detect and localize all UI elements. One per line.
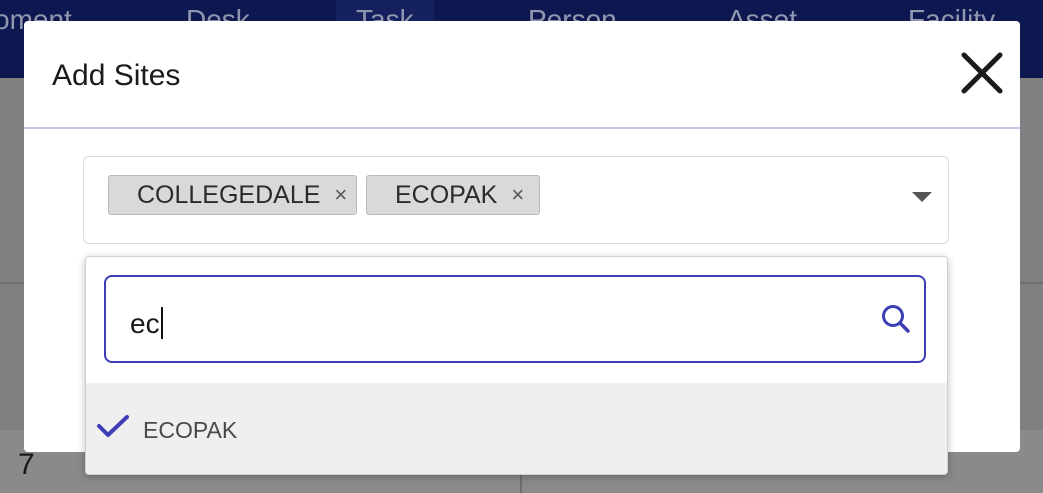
- background-row-number: 7: [18, 448, 35, 481]
- search-value-text: ec: [130, 308, 160, 339]
- sites-dropdown-panel: ec ECOPAK: [85, 256, 948, 475]
- chip-label: ECOPAK: [395, 180, 498, 209]
- dialog-title: Add Sites: [52, 59, 181, 92]
- selected-chip-collegedale: COLLEGEDALE ×: [108, 175, 357, 215]
- chevron-down-icon[interactable]: [912, 192, 932, 202]
- selected-chip-ecopak: ECOPAK ×: [366, 175, 540, 215]
- dialog-header: Add Sites: [24, 21, 1020, 129]
- option-ecopak[interactable]: ECOPAK: [86, 383, 947, 474]
- sites-multiselect[interactable]: COLLEGEDALE × ECOPAK ×: [83, 156, 949, 244]
- search-input[interactable]: ec: [104, 275, 926, 363]
- close-icon: [961, 52, 1003, 94]
- chip-remove-icon[interactable]: ×: [511, 182, 524, 208]
- search-icon[interactable]: [880, 303, 912, 335]
- close-button[interactable]: [960, 51, 1004, 95]
- check-icon: [97, 415, 129, 437]
- text-cursor: [160, 307, 163, 339]
- search-input-value: ec: [130, 307, 163, 340]
- chip-remove-icon[interactable]: ×: [334, 182, 347, 208]
- chip-label: COLLEGEDALE: [137, 180, 321, 209]
- option-label: ECOPAK: [143, 417, 238, 443]
